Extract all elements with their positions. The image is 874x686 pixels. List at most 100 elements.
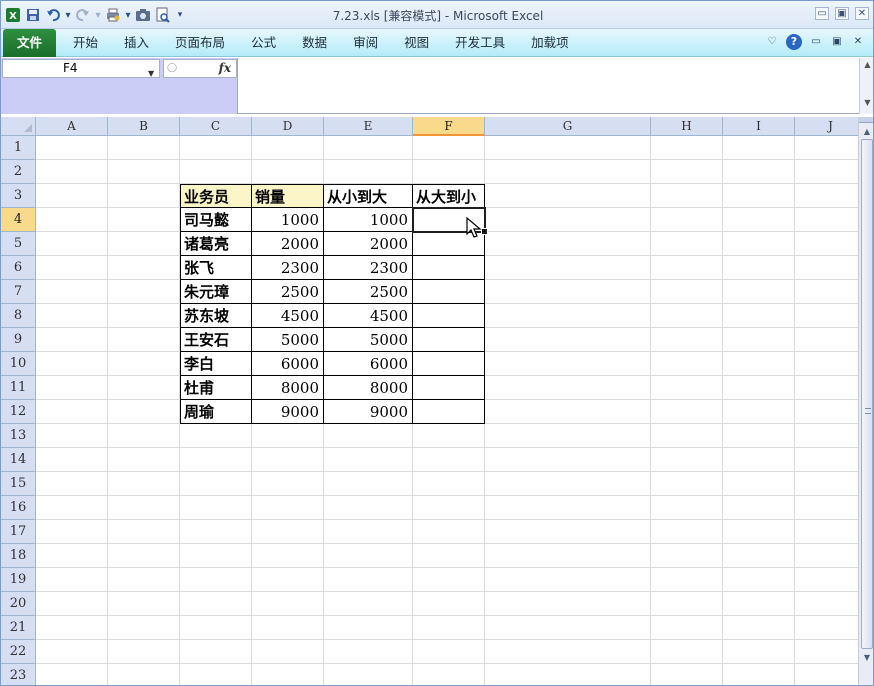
ascending-cell[interactable]: 4500 bbox=[324, 304, 413, 328]
split-handle[interactable] bbox=[859, 117, 873, 123]
column-header-i[interactable]: I bbox=[723, 117, 795, 136]
column-header-e[interactable]: E bbox=[324, 117, 413, 136]
row-header-14[interactable]: 14 bbox=[1, 448, 36, 472]
sales-cell[interactable]: 2300 bbox=[252, 256, 324, 280]
tab-formulas[interactable]: 公式 bbox=[238, 29, 289, 57]
descending-cell[interactable] bbox=[413, 352, 485, 376]
sales-cell[interactable]: 2000 bbox=[252, 232, 324, 256]
row-header-12[interactable]: 12 bbox=[1, 400, 36, 424]
name-cell[interactable]: 苏东坡 bbox=[180, 304, 252, 328]
row-header-4[interactable]: 4 bbox=[1, 208, 36, 232]
descending-cell[interactable] bbox=[413, 400, 485, 424]
column-header-b[interactable]: B bbox=[108, 117, 180, 136]
ascending-cell[interactable]: 8000 bbox=[324, 376, 413, 400]
header-cell-descending[interactable]: 从大到小 bbox=[413, 184, 485, 208]
name-cell[interactable]: 周瑜 bbox=[180, 400, 252, 424]
descending-cell[interactable] bbox=[413, 280, 485, 304]
row-header-15[interactable]: 15 bbox=[1, 472, 36, 496]
scroll-down-button[interactable]: ▼ bbox=[860, 651, 873, 665]
formula-scroll-up-icon[interactable]: ▲ bbox=[860, 58, 873, 72]
tab-home[interactable]: 开始 bbox=[60, 29, 111, 57]
row-header-18[interactable]: 18 bbox=[1, 544, 36, 568]
close-button[interactable]: ✕ bbox=[855, 7, 869, 20]
sales-cell[interactable]: 6000 bbox=[252, 352, 324, 376]
sales-cell[interactable]: 8000 bbox=[252, 376, 324, 400]
ascending-cell[interactable]: 2500 bbox=[324, 280, 413, 304]
sales-cell[interactable]: 5000 bbox=[252, 328, 324, 352]
row-header-16[interactable]: 16 bbox=[1, 496, 36, 520]
column-header-a[interactable]: A bbox=[36, 117, 108, 136]
tab-file[interactable]: 文件 bbox=[3, 28, 57, 57]
ascending-cell[interactable]: 6000 bbox=[324, 352, 413, 376]
header-cell-salesperson[interactable]: 业务员 bbox=[180, 184, 252, 208]
row-header-9[interactable]: 9 bbox=[1, 328, 36, 352]
tab-add-ins[interactable]: 加载项 bbox=[518, 29, 582, 57]
name-cell[interactable]: 杜甫 bbox=[180, 376, 252, 400]
column-header-g[interactable]: G bbox=[485, 117, 651, 136]
tab-view[interactable]: 视图 bbox=[391, 29, 442, 57]
tab-review[interactable]: 审阅 bbox=[340, 29, 391, 57]
ascending-cell[interactable]: 9000 bbox=[324, 400, 413, 424]
insert-function-button[interactable]: fx bbox=[219, 61, 231, 75]
tab-page-layout[interactable]: 页面布局 bbox=[162, 29, 238, 57]
row-header-1[interactable]: 1 bbox=[1, 136, 36, 160]
expand-handle-icon[interactable]: ◯ bbox=[167, 63, 177, 75]
row-header-10[interactable]: 10 bbox=[1, 352, 36, 376]
ascending-cell[interactable]: 1000 bbox=[324, 208, 413, 232]
doc-minimize-button[interactable]: ▭ bbox=[809, 35, 823, 49]
row-header-22[interactable]: 22 bbox=[1, 640, 36, 664]
formula-scroll-down-icon[interactable]: ▼ bbox=[860, 96, 873, 110]
row-header-3[interactable]: 3 bbox=[1, 184, 36, 208]
descending-cell[interactable] bbox=[413, 328, 485, 352]
scroll-up-button[interactable]: ▲ bbox=[860, 125, 873, 139]
sales-cell[interactable]: 9000 bbox=[252, 400, 324, 424]
row-header-17[interactable]: 17 bbox=[1, 520, 36, 544]
restore-button[interactable]: ▣ bbox=[835, 7, 849, 20]
sales-cell[interactable]: 4500 bbox=[252, 304, 324, 328]
name-cell[interactable]: 王安石 bbox=[180, 328, 252, 352]
column-header-d[interactable]: D bbox=[252, 117, 324, 136]
doc-restore-button[interactable]: ▣ bbox=[830, 35, 844, 49]
column-header-c[interactable]: C bbox=[180, 117, 252, 136]
select-all-button[interactable] bbox=[1, 117, 36, 136]
sales-cell[interactable]: 1000 bbox=[252, 208, 324, 232]
column-header-f[interactable]: F bbox=[413, 117, 485, 136]
formula-input[interactable] bbox=[241, 60, 855, 110]
help-icon[interactable]: ? bbox=[786, 34, 802, 50]
row-header-7[interactable]: 7 bbox=[1, 280, 36, 304]
row-header-21[interactable]: 21 bbox=[1, 616, 36, 640]
worksheet[interactable]: A B C D E F G H I J 1 2 3 4 5 6 7 8 9 10 11 12 13 14 1… bbox=[1, 117, 858, 685]
scroll-thumb[interactable] bbox=[861, 139, 873, 649]
row-header-19[interactable]: 19 bbox=[1, 568, 36, 592]
descending-cell[interactable] bbox=[413, 304, 485, 328]
vertical-scrollbar[interactable]: ▲ ▼ bbox=[858, 117, 873, 685]
formula-bar-scroll[interactable]: ▲ ▼ bbox=[859, 58, 873, 114]
descending-cell[interactable] bbox=[413, 376, 485, 400]
minimize-button[interactable]: ▭ bbox=[815, 7, 829, 20]
column-header-h[interactable]: H bbox=[651, 117, 723, 136]
header-cell-ascending[interactable]: 从小到大 bbox=[324, 184, 413, 208]
name-cell[interactable]: 诸葛亮 bbox=[180, 232, 252, 256]
tab-developer[interactable]: 开发工具 bbox=[442, 29, 518, 57]
name-cell[interactable]: 李白 bbox=[180, 352, 252, 376]
header-cell-sales[interactable]: 销量 bbox=[252, 184, 324, 208]
minimize-ribbon-icon[interactable]: ♡ bbox=[765, 35, 779, 49]
tab-insert[interactable]: 插入 bbox=[111, 29, 162, 57]
row-header-23[interactable]: 23 bbox=[1, 664, 36, 685]
descending-cell[interactable] bbox=[413, 256, 485, 280]
row-header-5[interactable]: 5 bbox=[1, 232, 36, 256]
tab-data[interactable]: 数据 bbox=[289, 29, 340, 57]
name-box[interactable]: F4 ▼ bbox=[2, 59, 160, 78]
row-header-8[interactable]: 8 bbox=[1, 304, 36, 328]
ascending-cell[interactable]: 5000 bbox=[324, 328, 413, 352]
row-header-20[interactable]: 20 bbox=[1, 592, 36, 616]
doc-close-button[interactable]: ✕ bbox=[851, 35, 865, 49]
row-header-11[interactable]: 11 bbox=[1, 376, 36, 400]
name-cell[interactable]: 司马懿 bbox=[180, 208, 252, 232]
name-cell[interactable]: 张飞 bbox=[180, 256, 252, 280]
name-cell[interactable]: 朱元璋 bbox=[180, 280, 252, 304]
row-header-13[interactable]: 13 bbox=[1, 424, 36, 448]
row-header-2[interactable]: 2 bbox=[1, 160, 36, 184]
sales-cell[interactable]: 2500 bbox=[252, 280, 324, 304]
name-box-dropdown-icon[interactable]: ▼ bbox=[148, 65, 154, 82]
